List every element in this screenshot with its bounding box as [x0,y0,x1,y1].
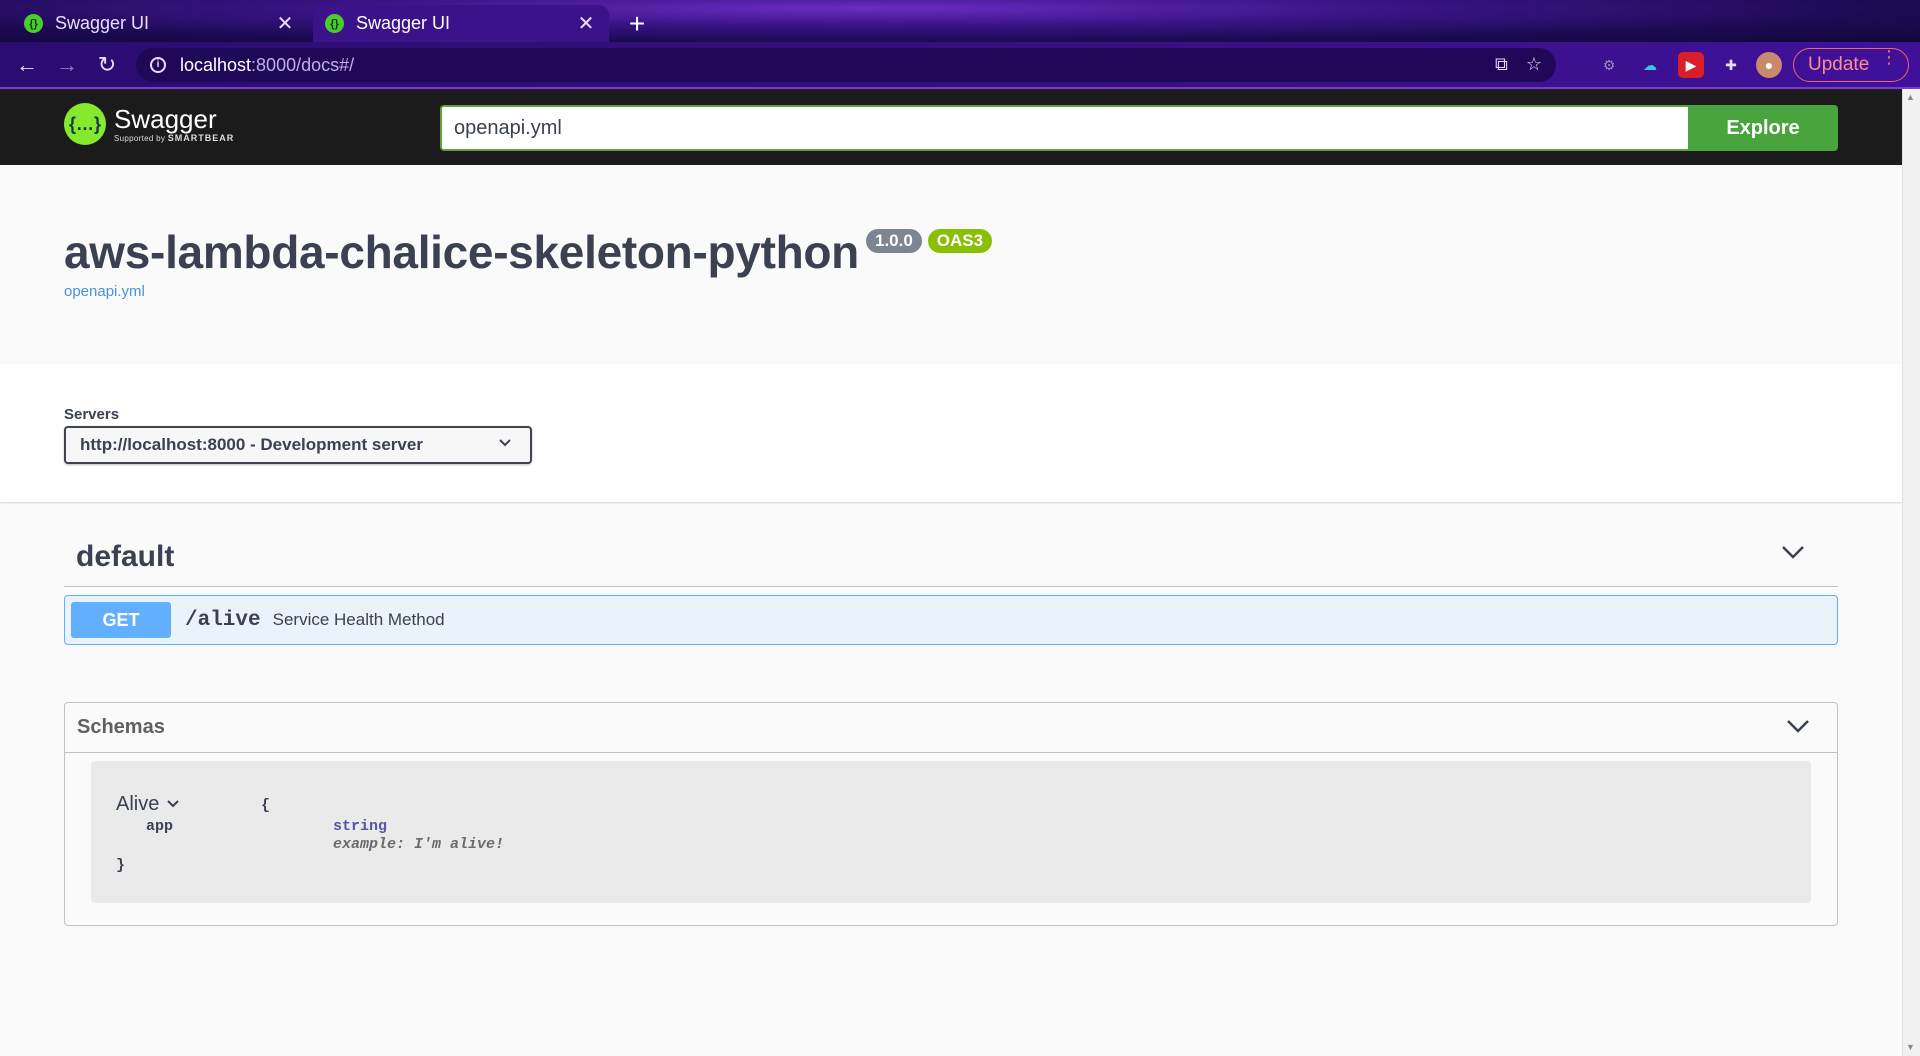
browser-tab-1[interactable]: {} Swagger UI ✕ [12,5,308,42]
site-info-icon[interactable]: i [150,57,166,73]
update-label: Update [1808,54,1870,75]
tag-name: default [76,539,175,573]
schemas-title: Schemas [77,716,165,738]
translate-icon[interactable]: ⧉ [1495,54,1508,75]
property-example: example: I'm alive! [333,836,504,853]
close-brace: } [116,857,126,874]
property-name: app [146,818,174,835]
example-value: I'm alive! [414,836,505,853]
oas-badge: OAS3 [927,229,993,253]
swagger-logo[interactable]: {…} Swagger Supported by SMARTBEAR [64,103,234,145]
example-label: example: [333,836,406,853]
model-title[interactable]: Alive [116,793,180,816]
logo-brand: Swagger [114,104,217,134]
servers-section: Servers http://localhost:8000 - Developm… [0,364,1902,502]
selected-server: http://localhost:8000 - Development serv… [80,435,423,454]
endpoint-summary: Service Health Method [272,610,445,629]
schemas-header[interactable]: Schemas [65,703,1837,753]
servers-select[interactable]: http://localhost:8000 - Development serv… [64,426,532,464]
property-type: string [333,818,388,835]
address-bar[interactable]: i localhost:8000/docs#/ ⧉ ☆ [136,48,1556,82]
extension-media-icon[interactable]: ▶ [1678,52,1704,78]
browser-toolbar: ← → ↻ i localhost:8000/docs#/ ⧉ ☆ ⚙ ☁ ▶ … [0,42,1920,89]
forward-arrow-icon[interactable]: → [52,50,82,80]
extension-gear-icon[interactable]: ⚙ [1596,52,1622,78]
scroll-down-icon[interactable]: ▼ [1906,1042,1915,1052]
tab-title: Swagger UI [356,13,451,33]
swagger-favicon-icon: {} [24,14,43,33]
extension-cloud-icon[interactable]: ☁ [1637,52,1663,78]
url-host: localhost [180,54,252,75]
explore-button[interactable]: Explore [1688,105,1838,151]
close-tab-icon[interactable]: ✕ [575,11,597,36]
endpoint-path: /alive [185,608,261,632]
chevron-down-icon[interactable] [1785,717,1811,740]
browser-tab-2[interactable]: {} Swagger UI ✕ [313,5,609,42]
browser-tab-strip: {} Swagger UI ✕ {} Swagger UI ✕ + [0,0,1920,42]
swagger-favicon-icon: {} [325,14,344,33]
update-button[interactable]: Update ⋮ [1793,48,1909,82]
chevron-down-icon [498,436,512,455]
spec-link[interactable]: openapi.yml [64,283,992,300]
logo-subtitle: Supported by SMARTBEAR [114,133,235,143]
page-scrollbar[interactable] [1902,89,1920,1056]
version-badge: 1.0.0 [865,229,922,253]
close-tab-icon[interactable]: ✕ [274,11,296,36]
profile-avatar[interactable]: ● [1756,52,1782,78]
scroll-up-icon[interactable]: ▲ [1906,92,1915,102]
api-info: aws-lambda-chalice-skeleton-python 1.0.0… [64,225,993,300]
new-tab-button[interactable]: + [622,8,652,40]
reload-icon[interactable]: ↻ [92,50,122,80]
back-arrow-icon[interactable]: ← [12,50,42,80]
chevron-down-icon[interactable] [1780,543,1806,566]
model-alive: Alive { app string example: I'm alive! } [91,761,1811,903]
swagger-topbar: {…} Swagger Supported by SMARTBEAR Explo… [0,89,1902,165]
tab-title: Swagger UI [55,13,150,33]
chevron-down-icon[interactable] [166,797,180,812]
url-path: :8000/docs#/ [251,54,355,75]
tag-header-default[interactable]: default [64,527,1838,587]
menu-kebab-icon[interactable]: ⋮ [1880,48,1898,66]
model-name: Alive [116,793,160,815]
extensions-puzzle-icon[interactable]: ✚ [1718,52,1744,78]
open-brace: { [261,797,271,814]
method-badge: GET [71,602,171,638]
opblock-get-alive[interactable]: GET /alive Service Health Method [64,595,1838,645]
api-title: aws-lambda-chalice-skeleton-python [64,226,859,278]
bookmark-star-icon[interactable]: ☆ [1526,54,1542,75]
schemas-section: Schemas Alive { app string example: I'm … [64,702,1838,926]
swagger-logo-icon: {…} [64,103,106,145]
servers-label: Servers [64,406,120,423]
spec-url-input[interactable] [440,105,1688,151]
